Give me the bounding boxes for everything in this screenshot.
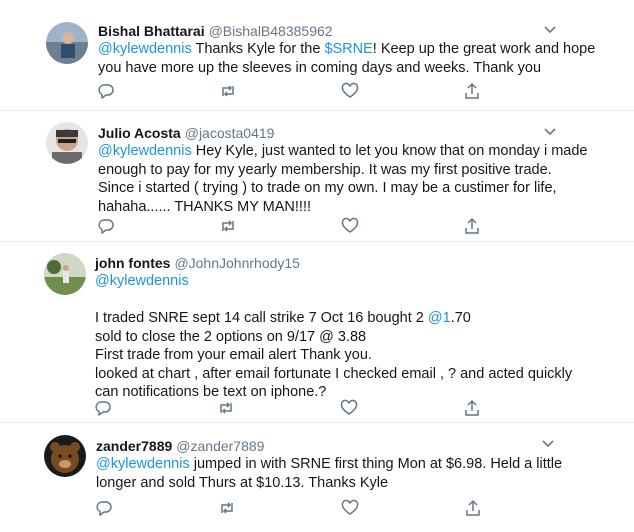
text-segment: I traded SNRE sept 14 call strike 7 Oct … <box>95 310 428 326</box>
text-segment: ! Keep up the great work and hope <box>372 41 596 57</box>
tweet[interactable]: john fontes @JohnJohnrhody15 @kylewdennis… <box>0 242 634 422</box>
mention-link[interactable]: @kylewdennis <box>95 273 189 289</box>
avatar[interactable] <box>46 122 88 164</box>
text-line: longer and sold Thurs at $10.13. Thanks … <box>96 474 389 491</box>
cashtag-link[interactable]: $SRNE <box>324 41 372 57</box>
like-icon[interactable] <box>341 217 359 235</box>
retweet-icon[interactable] <box>217 399 235 417</box>
tweet[interactable]: Julio Acosta @jacosta0419 @kylewdennis He… <box>0 111 634 241</box>
share-icon[interactable] <box>463 217 481 235</box>
display-name[interactable]: zander7889 <box>96 438 172 454</box>
text-line: you have more up the sleeves in coming d… <box>98 59 542 76</box>
avatar[interactable] <box>44 253 86 295</box>
text-line: First trade from your email alert Thank … <box>95 347 372 363</box>
reply-icon[interactable] <box>97 217 115 235</box>
display-name[interactable]: Bishal Bhattarai <box>98 23 205 39</box>
share-icon[interactable] <box>464 499 482 517</box>
reply-icon[interactable] <box>97 82 115 100</box>
retweet-icon[interactable] <box>219 217 237 235</box>
text-segment: Thanks Kyle for the <box>191 41 325 57</box>
avatar-image <box>44 435 86 477</box>
text-line: hahaha...... THANKS MY MAN!!!! <box>98 198 312 215</box>
text-line: Since i started ( trying ) to trade on m… <box>98 180 557 196</box>
tweet[interactable]: zander7889 @zander7889 @kylewdennis jumpe… <box>0 423 634 532</box>
text-segment: .70 <box>450 310 471 326</box>
chevron-down-icon[interactable] <box>542 22 558 36</box>
tweet-text: @kylewdennis I traded SNRE sept 14 call … <box>95 272 572 402</box>
mention-link[interactable]: @kylewdennis <box>98 143 192 159</box>
display-name[interactable]: Julio Acosta <box>98 125 181 141</box>
retweet-icon[interactable] <box>218 499 236 517</box>
reply-icon[interactable] <box>94 399 112 417</box>
mention-link[interactable]: @kylewdennis <box>98 41 192 57</box>
like-icon[interactable] <box>340 399 358 417</box>
mention-link[interactable]: @1 <box>428 310 451 326</box>
user-handle[interactable]: @BishalB48385962 <box>209 23 333 39</box>
retweet-icon[interactable] <box>219 82 237 100</box>
avatar[interactable] <box>44 435 86 477</box>
chevron-down-icon[interactable] <box>542 124 558 138</box>
avatar-image <box>44 253 86 295</box>
text-segment: jumped in with SRNE first thing Mon at $… <box>189 456 563 472</box>
text-line: sold to close the 2 options on 9/17 @ 3.… <box>95 328 367 345</box>
chevron-down-icon[interactable] <box>540 436 556 450</box>
tweet-text: @kylewdennis jumped in with SRNE first t… <box>96 455 562 492</box>
user-handle[interactable]: @zander7889 <box>176 438 264 454</box>
text-line: looked at chart , after email fortunate … <box>95 365 573 382</box>
text-segment: Hey Kyle, just wanted to let you know th… <box>191 143 588 159</box>
mention-link[interactable]: @kylewdennis <box>96 456 190 472</box>
avatar[interactable] <box>46 22 88 64</box>
text-line: enough to pay for my yearly membership. … <box>98 161 552 178</box>
display-name[interactable]: john fontes <box>95 255 170 271</box>
like-icon[interactable] <box>341 82 359 100</box>
user-handle[interactable]: @JohnJohnrhody15 <box>174 255 300 271</box>
user-handle[interactable]: @jacosta0419 <box>185 125 275 141</box>
share-icon[interactable] <box>463 399 481 417</box>
tweet-text: @kylewdennis Hey Kyle, just wanted to le… <box>98 142 587 216</box>
like-icon[interactable] <box>341 499 359 517</box>
share-icon[interactable] <box>463 82 481 100</box>
avatar-image <box>46 22 88 64</box>
avatar-image <box>46 122 88 164</box>
tweet-text: @kylewdennis Thanks Kyle for the $SRNE! … <box>98 40 595 77</box>
tweet[interactable]: Bishal Bhattarai @BishalB48385962 @kylewd… <box>0 0 634 110</box>
reply-icon[interactable] <box>95 499 113 517</box>
